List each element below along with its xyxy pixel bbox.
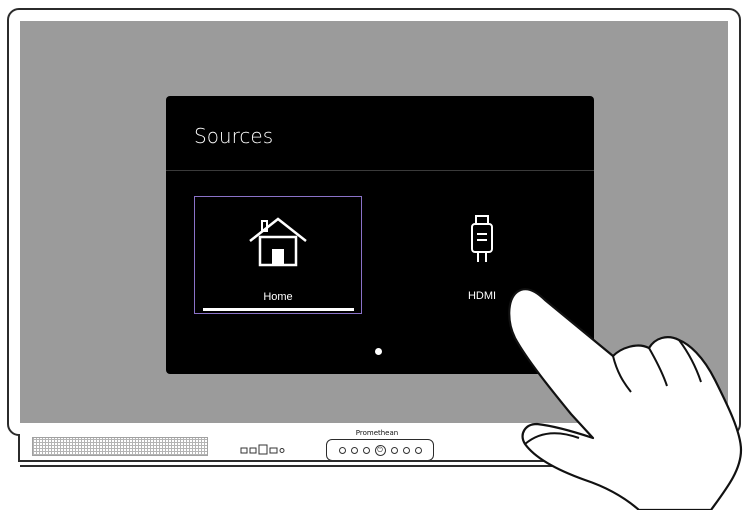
source-tile-home[interactable]: Home [194, 196, 362, 314]
left-speaker-grille [32, 437, 208, 456]
power-icon[interactable]: ⏻ [374, 444, 386, 456]
control-button[interactable] [338, 446, 346, 454]
control-button[interactable] [362, 446, 370, 454]
dialog-title: Sources [194, 124, 274, 148]
front-control-panel: ⏻ [326, 439, 434, 461]
pointing-hand-icon [508, 288, 743, 510]
control-button[interactable] [390, 446, 398, 454]
brand-label: Promethean [355, 429, 399, 437]
home-icon [249, 217, 307, 267]
control-button[interactable] [350, 446, 358, 454]
selection-indicator [203, 308, 354, 311]
control-button[interactable] [414, 446, 422, 454]
page-indicator-dot [375, 348, 382, 355]
front-ports [240, 444, 285, 455]
hdmi-icon [471, 215, 493, 262]
control-button[interactable] [402, 446, 410, 454]
title-divider [166, 170, 594, 171]
tile-label-home: Home [263, 291, 293, 303]
